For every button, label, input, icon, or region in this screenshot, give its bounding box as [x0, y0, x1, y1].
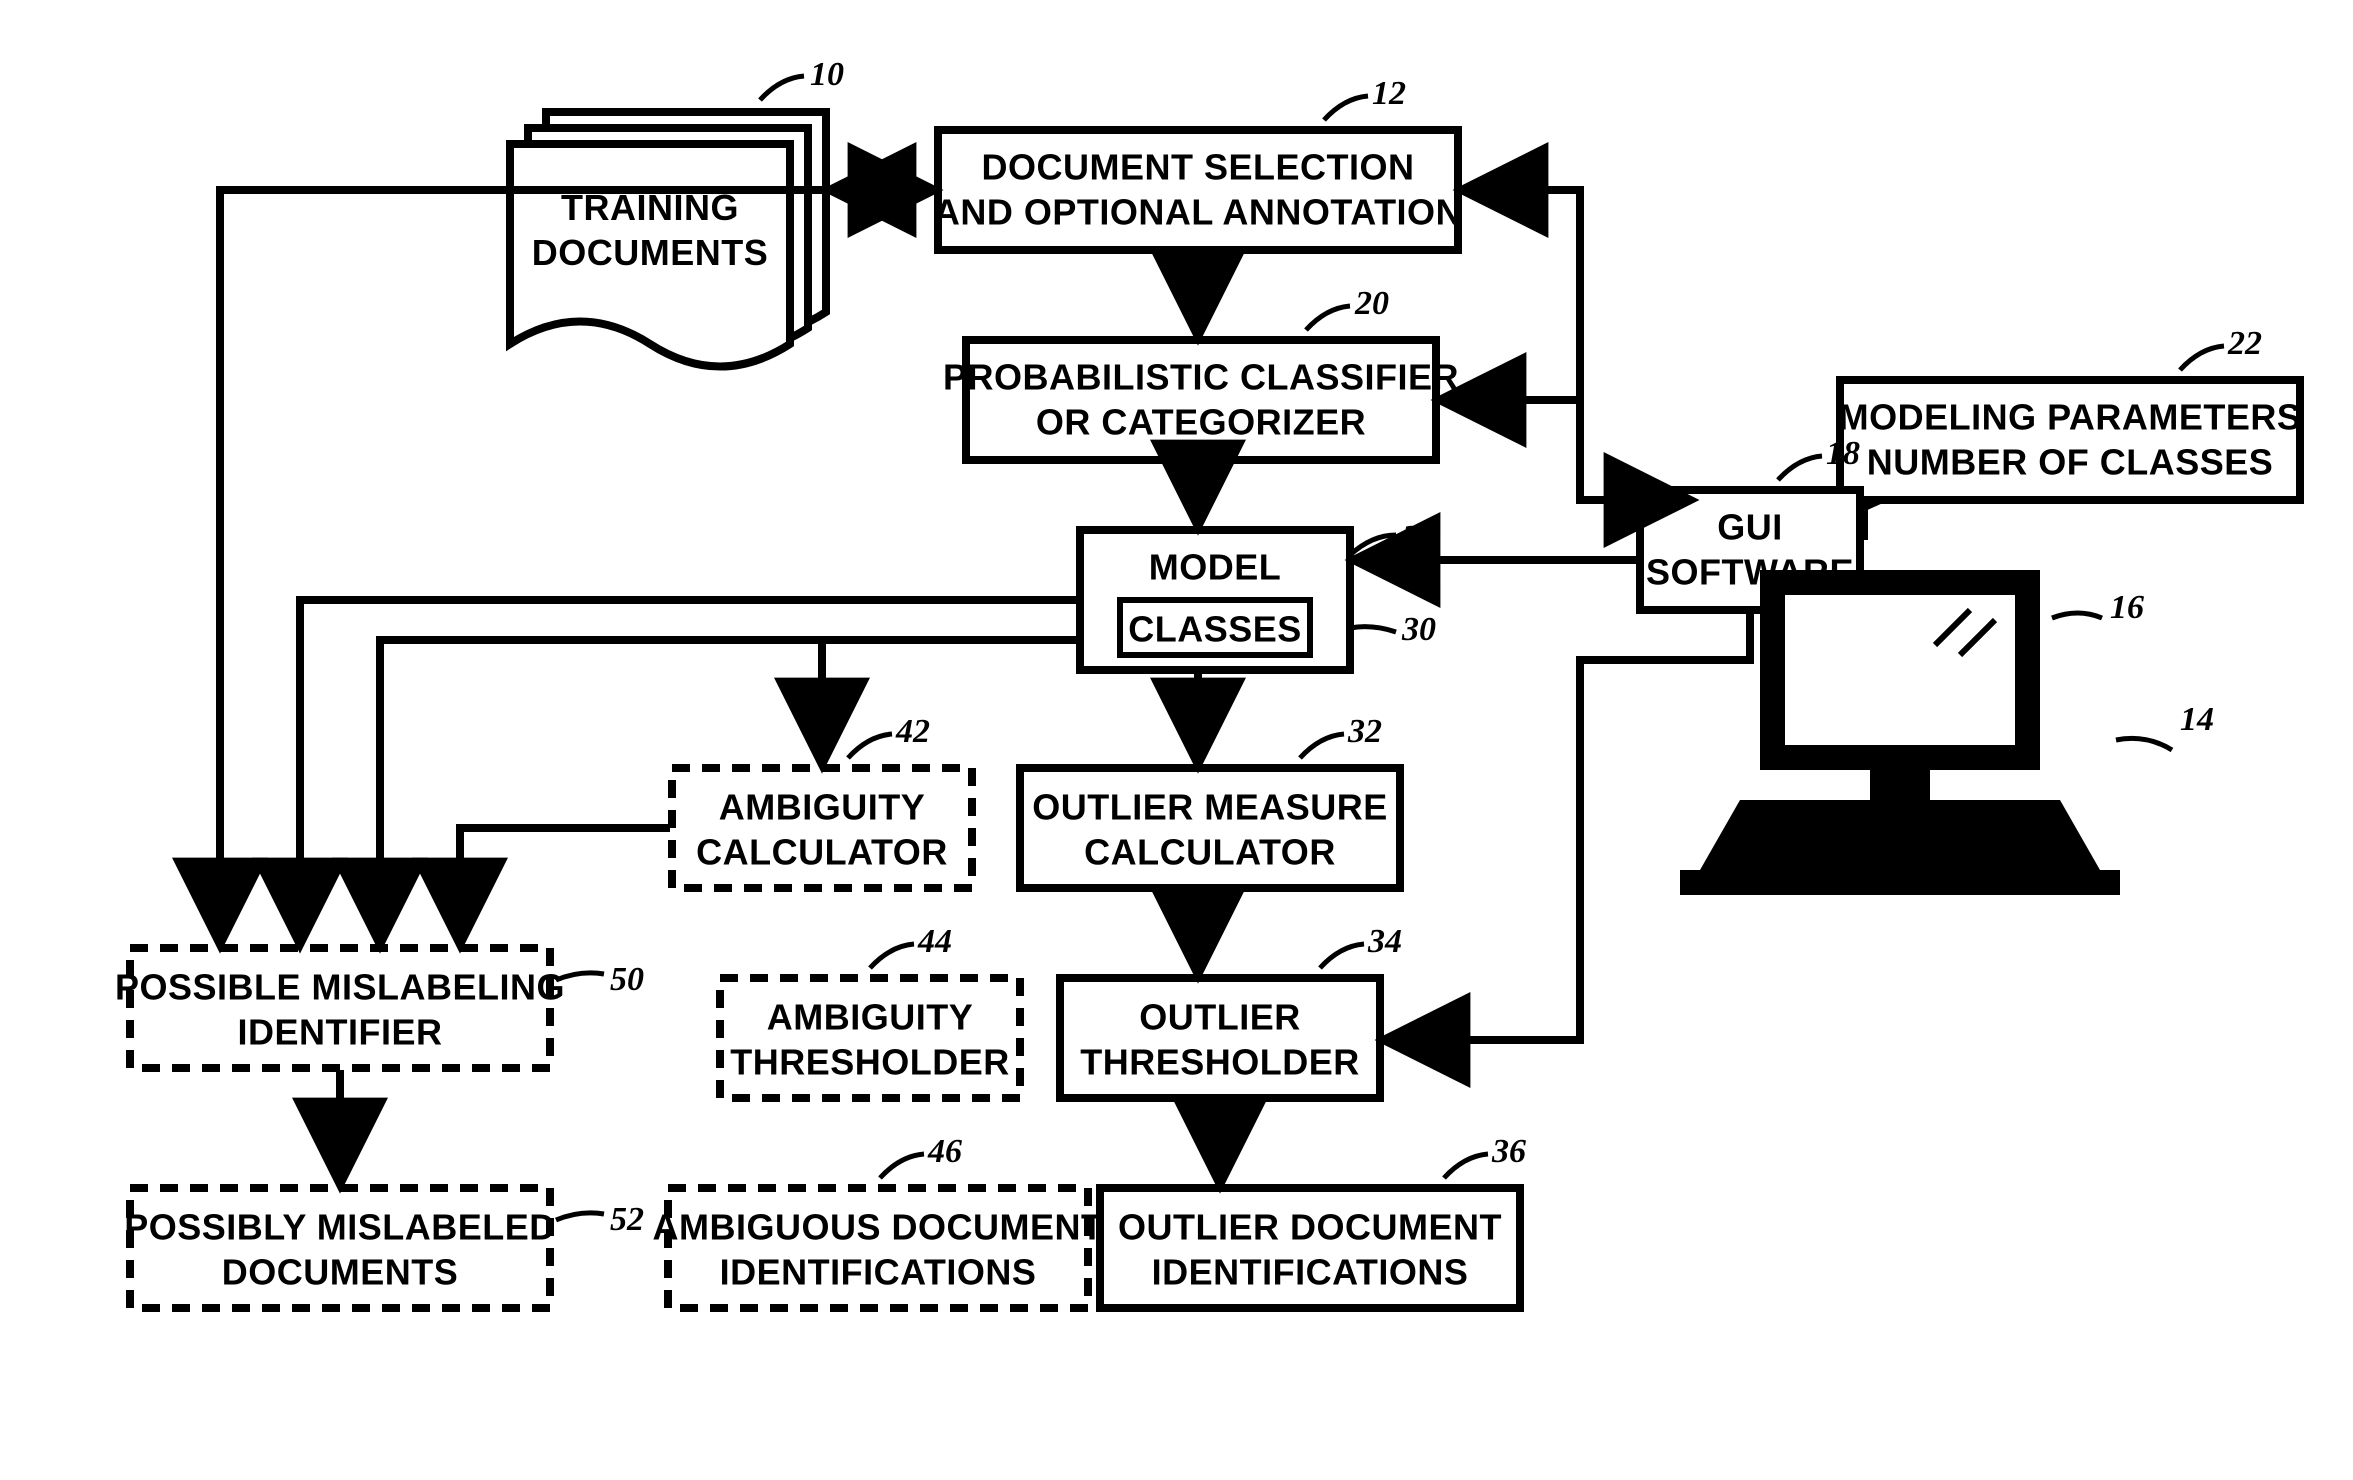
ambiguous-ids-box: AMBIGUOUS DOCUMENT IDENTIFICATIONS 46 — [653, 1133, 1104, 1308]
pm-l2: DOCUMENTS — [222, 1252, 459, 1293]
ref-42: 42 — [895, 713, 930, 750]
training-documents-text-2: DOCUMENTS — [532, 232, 769, 273]
modeling-params-l1: MODELING PARAMETERS — [1839, 397, 2302, 438]
amb-id-l2: IDENTIFICATIONS — [720, 1252, 1037, 1293]
outlier-ids-box: OUTLIER DOCUMENT IDENTIFICATIONS 36 — [1100, 1133, 1526, 1308]
ref-24: 24 — [1401, 519, 1436, 556]
outlier-calc-box: OUTLIER MEASURE CALCULATOR 32 — [1020, 713, 1400, 888]
ref-12: 12 — [1372, 75, 1406, 112]
ambiguity-thresh-box: AMBIGUITY THRESHOLDER 44 — [720, 923, 1020, 1098]
ref-46: 46 — [927, 1133, 962, 1170]
ref-14: 14 — [2180, 701, 2214, 738]
gui-l1: GUI — [1717, 507, 1783, 548]
classifier-l1: PROBABILISTIC CLASSIFIER — [943, 357, 1459, 398]
ref-20: 20 — [1354, 285, 1389, 322]
ref-52: 52 — [610, 1201, 644, 1238]
possibly-mislabeled-box: POSSIBLY MISLABELED DOCUMENTS 52 — [124, 1188, 644, 1308]
doc-selection-l2: AND OPTIONAL ANNOTATION — [934, 192, 1462, 233]
modeling-params-box: MODELING PARAMETERS NUMBER OF CLASSES 22 — [1839, 325, 2302, 500]
mislabel-l1: POSSIBLE MISLABELING — [115, 967, 565, 1008]
modeling-params-l2: NUMBER OF CLASSES — [1867, 442, 2274, 483]
ref-32: 32 — [1347, 713, 1382, 750]
model-text: MODEL — [1149, 547, 1282, 588]
pm-l1: POSSIBLY MISLABELED — [124, 1207, 556, 1248]
doc-selection-l1: DOCUMENT SELECTION — [981, 147, 1414, 188]
out-th-l2: THRESHOLDER — [1080, 1042, 1360, 1083]
amb-calc-l1: AMBIGUITY — [719, 787, 926, 828]
possible-mislabel-box: POSSIBLE MISLABELING IDENTIFIER 50 — [115, 948, 644, 1068]
out-id-l1: OUTLIER DOCUMENT — [1118, 1207, 1502, 1248]
classes-text: CLASSES — [1128, 609, 1302, 650]
amb-th-l1: AMBIGUITY — [767, 997, 974, 1038]
out-id-l2: IDENTIFICATIONS — [1152, 1252, 1469, 1293]
training-documents: TRAINING DOCUMENTS 10 — [510, 56, 844, 367]
doc-selection-box: DOCUMENT SELECTION AND OPTIONAL ANNOTATI… — [934, 75, 1462, 250]
mislabel-l2: IDENTIFIER — [237, 1012, 442, 1053]
amb-th-l2: THRESHOLDER — [730, 1042, 1010, 1083]
amb-calc-l2: CALCULATOR — [696, 832, 948, 873]
outlier-thresh-box: OUTLIER THRESHOLDER 34 — [1060, 923, 1402, 1098]
ref-18: 18 — [1826, 435, 1860, 472]
diagram-stage: TRAINING DOCUMENTS 10 DOCUMENT SELECTION… — [0, 0, 2353, 1475]
out-th-l1: OUTLIER — [1139, 997, 1301, 1038]
model-box: MODEL CLASSES 24 30 — [1080, 519, 1436, 670]
out-calc-l1: OUTLIER MEASURE — [1032, 787, 1388, 828]
ref-10: 10 — [810, 56, 844, 93]
ref-16: 16 — [2110, 589, 2144, 626]
ref-36: 36 — [1491, 1133, 1526, 1170]
ref-50: 50 — [610, 961, 644, 998]
svg-text:DOCUMENTS: DOCUMENTS — [532, 232, 769, 273]
classifier-l2: OR CATEGORIZER — [1036, 402, 1366, 443]
out-calc-l2: CALCULATOR — [1084, 832, 1336, 873]
amb-id-l1: AMBIGUOUS DOCUMENT — [653, 1207, 1104, 1248]
computer-icon: 16 14 — [1680, 570, 2214, 895]
ref-22: 22 — [2227, 325, 2262, 362]
ref-44: 44 — [917, 923, 952, 960]
ref-34: 34 — [1367, 923, 1402, 960]
ref-30: 30 — [1401, 611, 1436, 648]
